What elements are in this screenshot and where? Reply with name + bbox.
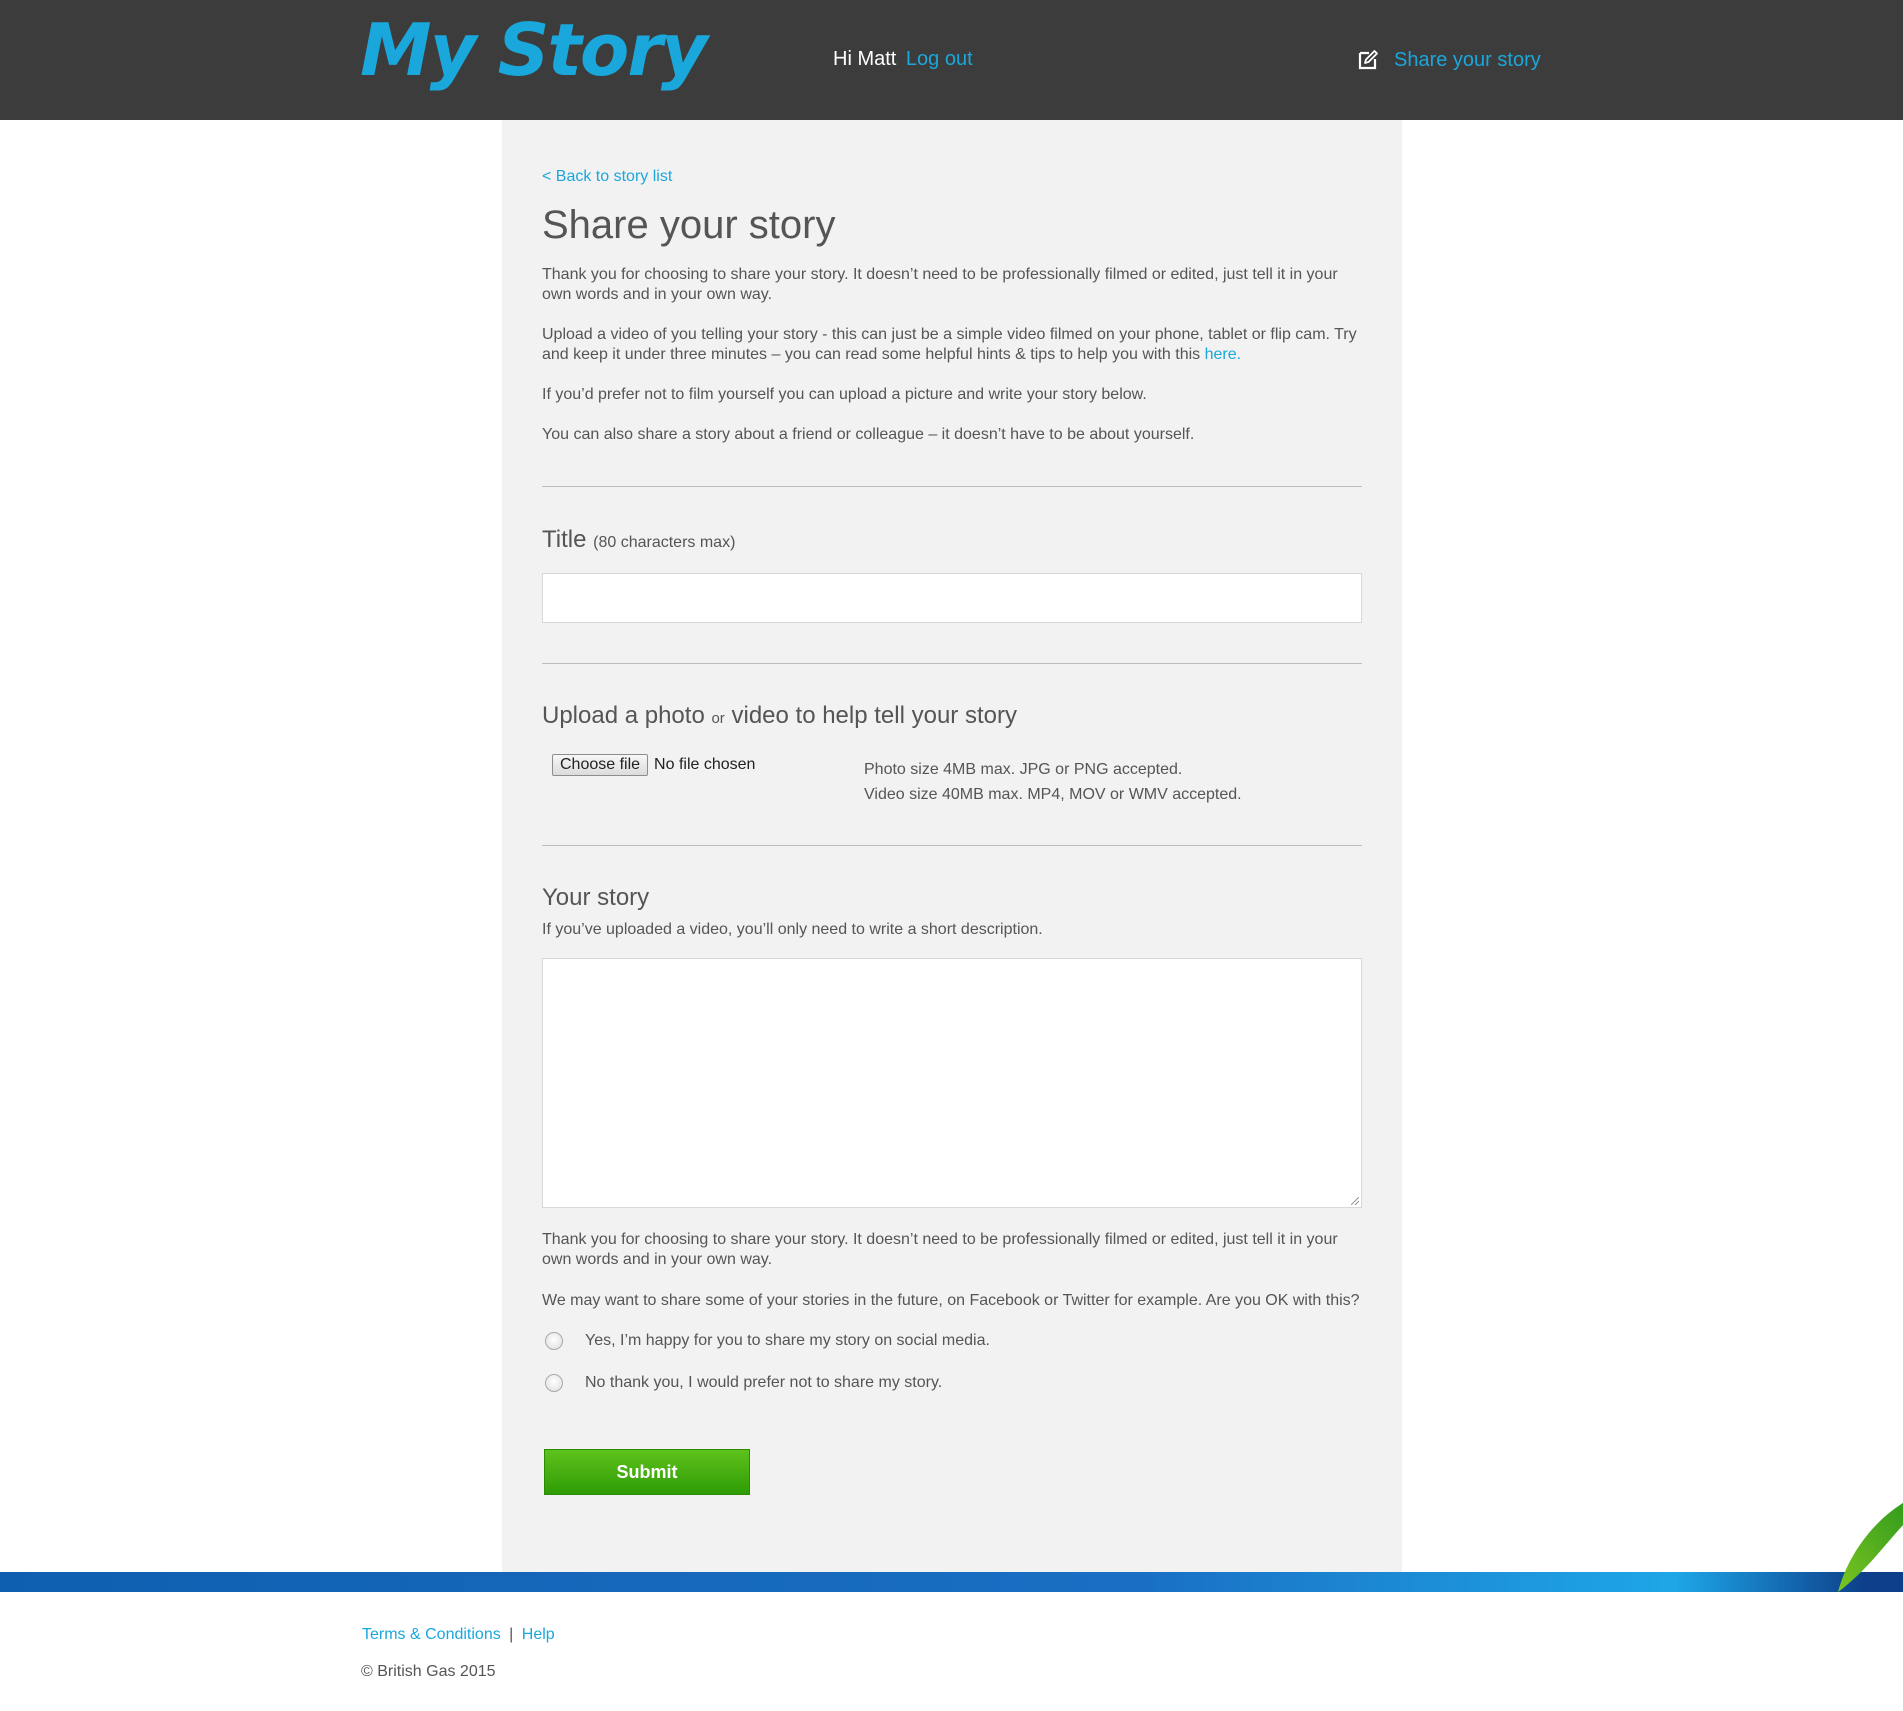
story-textarea[interactable] <box>542 958 1362 1208</box>
upload-heading-part2: video to help tell your story <box>731 702 1017 729</box>
consent-option-yes[interactable]: Yes, I’m happy for you to share my story… <box>545 1332 1345 1350</box>
friend-story-paragraph: You can also share a story about a frien… <box>542 426 1195 443</box>
submit-button[interactable]: Submit <box>544 1449 750 1495</box>
site-header: My Story Hi Matt Log out Share your stor… <box>0 0 1903 120</box>
share-consent-question: We may want to share some of your storie… <box>542 1292 1360 1309</box>
footer-links: Terms & Conditions | Help <box>362 1626 555 1644</box>
upload-heading-or: or <box>711 710 725 727</box>
user-greeting: Hi Matt Log out <box>833 48 973 71</box>
your-story-subtitle: If you’ve uploaded a video, you’ll only … <box>542 921 1043 938</box>
section-divider <box>542 845 1362 846</box>
intro-paragraph: Thank you for choosing to share your sto… <box>542 266 1338 303</box>
page-title: Share your story <box>542 203 836 247</box>
copyright-text: © British Gas 2015 <box>361 1663 496 1680</box>
upload-section-heading: Upload a photo or video to help tell you… <box>542 702 1362 730</box>
file-status-text: No file chosen <box>654 756 756 773</box>
back-to-story-list-link[interactable]: < Back to story list <box>542 168 1362 186</box>
closing-paragraph: Thank you for choosing to share your sto… <box>542 1231 1338 1268</box>
section-divider <box>542 663 1362 664</box>
my-story-logo[interactable]: My Story <box>360 14 708 86</box>
share-your-story-link[interactable]: Share your story <box>1356 48 1541 72</box>
radio-button-no[interactable] <box>545 1374 563 1392</box>
resize-grip-icon[interactable] <box>1351 1197 1359 1205</box>
title-field-label: Title (80 characters max) <box>542 526 1362 554</box>
terms-conditions-link[interactable]: Terms & Conditions <box>362 1626 501 1643</box>
title-label-text: Title <box>542 526 587 553</box>
file-upload-input: Choose file No file chosen <box>552 754 755 776</box>
title-length-hint: (80 characters max) <box>593 534 736 551</box>
share-your-story-label: Share your story <box>1394 48 1541 71</box>
choose-file-button[interactable]: Choose file <box>552 754 649 776</box>
upload-heading-part1: Upload a photo <box>542 702 705 729</box>
picture-option-paragraph: If you’d prefer not to film yourself you… <box>542 386 1147 403</box>
radio-button-yes[interactable] <box>545 1332 563 1350</box>
hints-tips-link[interactable]: here. <box>1205 346 1241 363</box>
share-story-form-panel: < Back to story list Share your story Th… <box>502 120 1402 1572</box>
logout-link[interactable]: Log out <box>906 48 973 70</box>
consent-option-yes-label: Yes, I’m happy for you to share my story… <box>585 1332 990 1349</box>
edit-icon <box>1356 48 1380 72</box>
title-input[interactable] <box>542 573 1362 623</box>
your-story-heading: Your story <box>542 884 650 911</box>
consent-option-no-label: No thank you, I would prefer not to shar… <box>585 1374 943 1391</box>
help-link[interactable]: Help <box>522 1626 555 1643</box>
brand-leaf-icon <box>1838 1503 1903 1592</box>
section-divider <box>542 486 1362 487</box>
photo-size-info: Photo size 4MB max. JPG or PNG accepted. <box>864 761 1183 778</box>
footer-brand-bar <box>0 1572 1903 1592</box>
greeting-text: Hi Matt <box>833 48 897 70</box>
consent-option-no[interactable]: No thank you, I would prefer not to shar… <box>545 1374 1345 1392</box>
footer-separator: | <box>509 1626 514 1643</box>
file-requirements: Photo size 4MB max. JPG or PNG accepted.… <box>864 757 1364 807</box>
upload-guidance-paragraph: Upload a video of you telling your story… <box>542 325 1362 365</box>
video-size-info: Video size 40MB max. MP4, MOV or WMV acc… <box>864 786 1242 803</box>
